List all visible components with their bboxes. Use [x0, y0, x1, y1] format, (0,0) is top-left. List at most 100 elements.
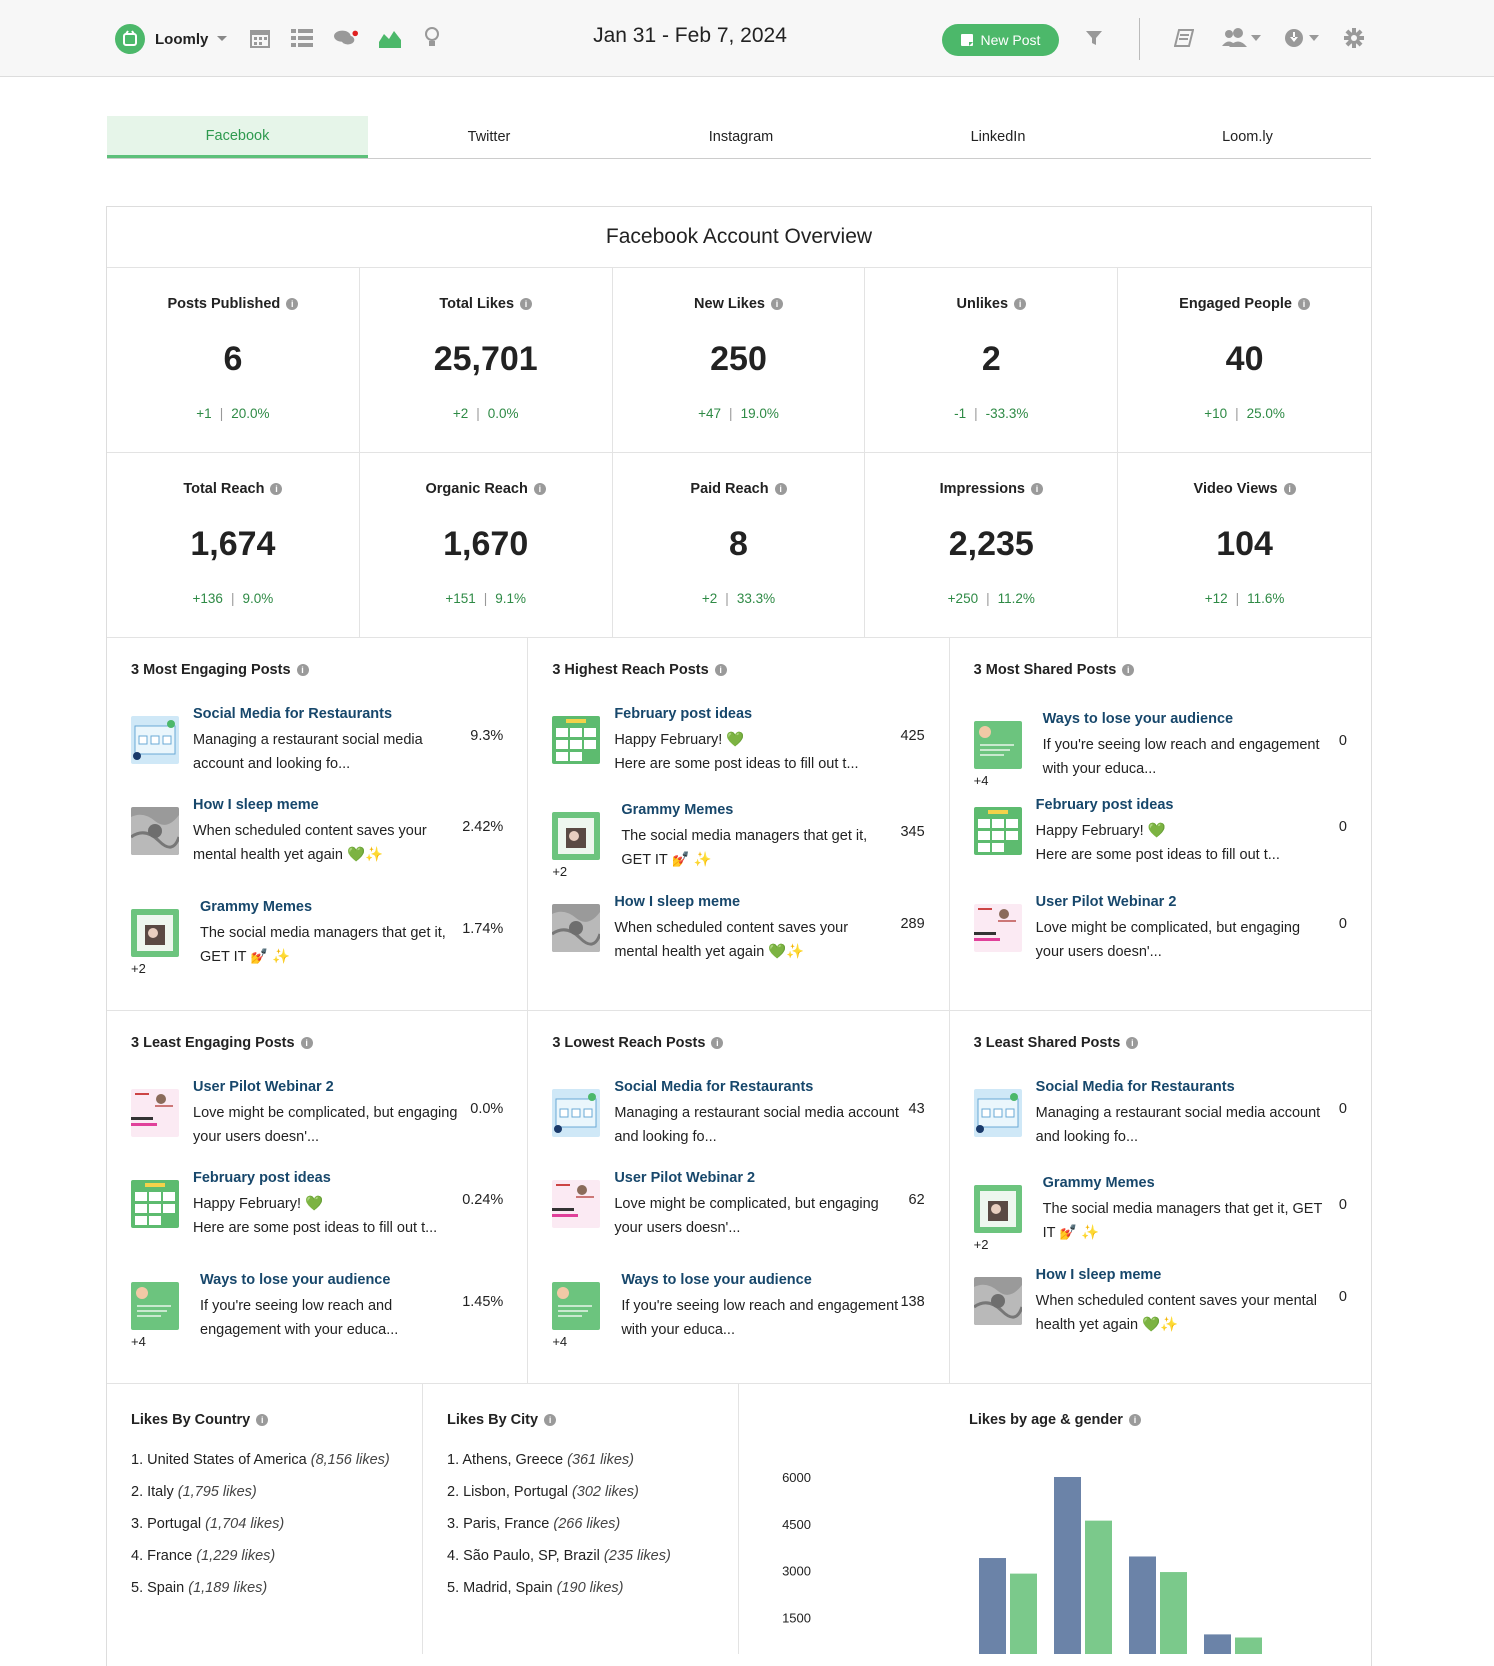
tab-facebook[interactable]: Facebook — [107, 116, 368, 158]
post-excerpt-line: engagement with your educa... — [200, 1322, 399, 1338]
post-thumbnail[interactable] — [131, 807, 179, 855]
post-item[interactable]: February post ideas Happy February! 💚 Here… — [131, 1170, 503, 1250]
team-menu-icon[interactable] — [1222, 26, 1262, 50]
gear-icon[interactable] — [1342, 26, 1366, 50]
info-icon[interactable]: i — [286, 298, 299, 310]
post-title-link[interactable]: February post ideas — [1036, 797, 1174, 813]
list-view-icon[interactable] — [290, 26, 314, 50]
post-item[interactable]: February post ideas Happy February! 💚 Here… — [552, 706, 925, 786]
info-icon[interactable]: i — [1283, 483, 1296, 495]
post-item[interactable]: +2 Grammy Memes The social media managers … — [973, 1175, 1347, 1255]
post-thumbnail[interactable] — [973, 807, 1022, 855]
info-icon[interactable]: i — [520, 298, 533, 310]
post-thumbnail[interactable] — [552, 812, 601, 860]
post-title-link[interactable]: Ways to lose your audience — [621, 1272, 811, 1288]
post-item[interactable]: User Pilot Webinar 2 Love might be compli… — [552, 1170, 925, 1250]
post-thumbnail[interactable] — [131, 1089, 179, 1137]
post-title-link[interactable]: User Pilot Webinar 2 — [614, 1170, 755, 1186]
post-title-link[interactable]: How I sleep meme — [1036, 1267, 1162, 1283]
tab-instagram[interactable]: Instagram — [610, 116, 872, 158]
info-icon[interactable]: i — [300, 1037, 313, 1049]
post-thumbnail[interactable] — [131, 1180, 179, 1228]
new-post-button[interactable]: New Post — [942, 24, 1059, 56]
tab-twitter[interactable]: Twitter — [368, 116, 610, 158]
post-item[interactable]: How I sleep meme When scheduled content s… — [973, 1267, 1347, 1347]
post-excerpt-line: your users doesn'... — [193, 1129, 320, 1145]
post-thumbnail[interactable] — [131, 716, 179, 764]
post-item[interactable]: +2 Grammy Memes The social media managers … — [552, 802, 925, 882]
post-thumbnail[interactable] — [973, 1089, 1022, 1137]
post-thumbnail[interactable] — [552, 1089, 601, 1137]
info-icon[interactable]: i — [1014, 298, 1027, 310]
post-thumbnail[interactable] — [973, 904, 1022, 952]
post-title-link[interactable]: Social Media for Restaurants — [1036, 1079, 1235, 1095]
comments-icon[interactable] — [334, 26, 358, 50]
filter-icon[interactable] — [1082, 26, 1106, 50]
info-icon[interactable]: i — [544, 1414, 557, 1426]
kpi-value: 1,674 — [190, 525, 276, 563]
post-thumbnail[interactable] — [552, 716, 601, 764]
info-icon[interactable]: i — [711, 1037, 724, 1049]
likes-count: (1,189 likes) — [188, 1580, 268, 1596]
post-title-link[interactable]: User Pilot Webinar 2 — [1036, 894, 1177, 910]
post-thumbnail[interactable] — [973, 1277, 1022, 1325]
post-item[interactable]: +4 Ways to lose your audience If you're se… — [973, 711, 1347, 791]
posts-section: 3 Least Shared Posts i Social Media for Re… — [950, 1011, 1371, 1383]
post-item[interactable]: User Pilot Webinar 2 Love might be compli… — [973, 894, 1347, 974]
kpi-percent: 19.0% — [740, 406, 779, 421]
info-icon[interactable]: i — [533, 483, 546, 495]
post-title-link[interactable]: Social Media for Restaurants — [614, 1079, 813, 1095]
likes-count: (1,229 likes) — [196, 1548, 276, 1564]
brand-switcher[interactable]: Loomly — [115, 24, 228, 54]
post-excerpt-line: GET IT 💅 ✨ — [200, 949, 291, 965]
post-title-link[interactable]: February post ideas — [614, 706, 752, 722]
post-item[interactable]: Social Media for Restaurants Managing a r… — [131, 706, 503, 786]
post-title-link[interactable]: Social Media for Restaurants — [193, 706, 392, 722]
date-range[interactable]: Jan 31 - Feb 7, 2024 — [560, 24, 820, 48]
post-title-link[interactable]: Grammy Memes — [200, 899, 312, 915]
post-thumbnail[interactable] — [131, 1282, 179, 1330]
calendar-icon[interactable] — [248, 26, 272, 50]
post-item[interactable]: +4 Ways to lose your audience If you're se… — [131, 1272, 503, 1352]
post-thumbnail[interactable] — [973, 1185, 1022, 1233]
post-title-link[interactable]: User Pilot Webinar 2 — [193, 1079, 334, 1095]
lightbulb-icon[interactable] — [420, 26, 444, 50]
post-title-link[interactable]: February post ideas — [193, 1170, 331, 1186]
download-menu-icon[interactable] — [1284, 26, 1320, 50]
post-thumbnail[interactable] — [973, 721, 1022, 769]
post-title-link[interactable]: Ways to lose your audience — [200, 1272, 390, 1288]
post-item[interactable]: February post ideas Happy February! 💚 Here… — [973, 797, 1347, 877]
post-title-link[interactable]: Ways to lose your audience — [1043, 711, 1233, 727]
tab-loomly[interactable]: Loom.ly — [1124, 116, 1371, 158]
post-item[interactable]: Social Media for Restaurants Managing a r… — [973, 1079, 1347, 1159]
post-thumbnail[interactable] — [552, 1180, 601, 1228]
info-icon[interactable]: i — [256, 1414, 269, 1426]
info-icon[interactable]: i — [1122, 664, 1135, 676]
info-icon[interactable]: i — [270, 483, 283, 495]
post-item[interactable]: Social Media for Restaurants Managing a r… — [552, 1079, 925, 1159]
post-item[interactable]: User Pilot Webinar 2 Love might be compli… — [131, 1079, 503, 1159]
info-icon[interactable]: i — [774, 483, 787, 495]
post-thumbnail[interactable] — [552, 904, 601, 952]
post-thumbnail[interactable] — [131, 909, 179, 957]
info-icon[interactable]: i — [1126, 1037, 1139, 1049]
post-item[interactable]: How I sleep meme When scheduled content s… — [552, 894, 925, 974]
info-icon[interactable]: i — [770, 298, 783, 310]
extra-media-count: +2 — [131, 961, 146, 976]
library-icon[interactable] — [1172, 26, 1196, 50]
post-item[interactable]: How I sleep meme When scheduled content s… — [131, 797, 503, 877]
analytics-icon[interactable] — [378, 26, 402, 50]
post-thumbnail[interactable] — [552, 1282, 601, 1330]
post-title-link[interactable]: Grammy Memes — [621, 802, 733, 818]
info-icon[interactable]: i — [714, 664, 727, 676]
info-icon[interactable]: i — [1297, 298, 1310, 310]
post-title-link[interactable]: Grammy Memes — [1043, 1175, 1155, 1191]
post-item[interactable]: +2 Grammy Memes The social media managers … — [131, 899, 503, 979]
post-title-link[interactable]: How I sleep meme — [193, 797, 319, 813]
tab-linkedin[interactable]: LinkedIn — [872, 116, 1124, 158]
info-icon[interactable]: i — [296, 664, 309, 676]
post-metric: 425 — [900, 728, 925, 744]
post-title-link[interactable]: How I sleep meme — [614, 894, 740, 910]
post-item[interactable]: +4 Ways to lose your audience If you're se… — [552, 1272, 925, 1352]
info-icon[interactable]: i — [1031, 483, 1043, 495]
